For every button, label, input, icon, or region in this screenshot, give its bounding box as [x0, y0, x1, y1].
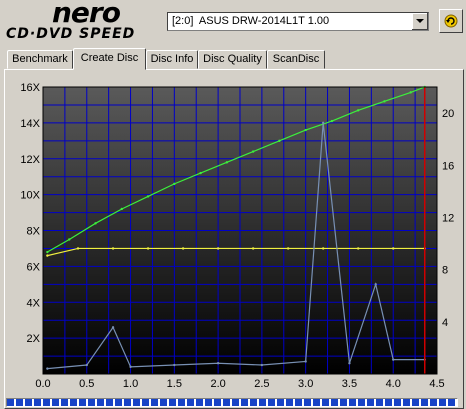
y-axis-right-tick-label: 8 [442, 265, 448, 277]
x-axis-tick-label: 2.5 [254, 378, 269, 390]
data-point [120, 207, 124, 211]
data-point [251, 150, 255, 153]
data-point [146, 195, 150, 198]
y-axis-left-tick-label: 16X [20, 82, 40, 94]
data-point [76, 247, 80, 250]
data-point [111, 247, 115, 250]
data-point [129, 365, 132, 369]
data-point [278, 139, 281, 143]
data-point [357, 109, 360, 112]
data-point [199, 171, 202, 175]
data-point [94, 222, 97, 225]
x-axis-tick-label: 1.5 [167, 378, 182, 390]
data-point [286, 247, 290, 250]
x-axis-tick-label: 3.0 [298, 378, 313, 390]
data-point [374, 283, 377, 286]
x-axis-tick-label: 2.0 [210, 378, 225, 390]
data-point [225, 161, 229, 164]
x-axis-tick-label: 3.5 [342, 378, 357, 390]
data-point [46, 254, 49, 257]
y-axis-left-tick-label: 4X [27, 297, 41, 309]
data-point [111, 326, 115, 329]
y-axis-left-tick-label: 12X [20, 154, 40, 166]
data-point [304, 128, 307, 132]
x-axis-tick-label: 4.0 [386, 378, 401, 390]
x-axis-tick-label: 1.0 [123, 378, 138, 390]
y-axis-left-tick-label: 6X [27, 261, 41, 273]
y-axis-left-tick-label: 14X [20, 118, 40, 130]
data-point [216, 247, 220, 250]
data-point [146, 247, 150, 250]
progress-fill [7, 399, 457, 406]
data-point [392, 247, 395, 250]
y-axis-right-tick-label: 4 [442, 317, 448, 329]
data-point [181, 247, 185, 250]
y-axis-right-tick-label: 16 [442, 160, 454, 172]
data-point [392, 358, 395, 361]
data-point [85, 363, 88, 367]
x-axis-tick-label: 0.0 [35, 378, 50, 390]
data-point [173, 363, 176, 367]
data-point [330, 119, 334, 123]
tab-create-disc[interactable]: Create Disc [73, 48, 146, 70]
y-axis-right-tick-label: 20 [442, 108, 454, 120]
data-point [357, 247, 360, 250]
data-point [383, 100, 386, 103]
data-point [321, 121, 325, 125]
y-axis-left-tick-label: 8X [27, 226, 41, 238]
y-axis-left-tick-label: 2X [27, 333, 41, 345]
data-point [321, 247, 325, 250]
progress-bar [6, 398, 458, 407]
data-point [251, 247, 255, 250]
data-point [46, 367, 49, 370]
x-axis-tick-label: 4.5 [429, 378, 444, 390]
data-point [46, 250, 49, 254]
data-point [304, 360, 307, 363]
y-axis-right-tick-label: 12 [442, 212, 454, 224]
data-point [68, 238, 71, 241]
data-point [216, 362, 220, 365]
data-point [409, 91, 412, 94]
data-point [260, 363, 264, 367]
y-axis-left-tick-label: 10X [20, 190, 40, 202]
data-point [173, 182, 176, 186]
x-axis-tick-label: 0.5 [79, 378, 94, 390]
data-point [348, 362, 351, 365]
speed-chart: 2X 4X 6X 8X 10X 12X 14X 16X 4 8 12 16 20 0.0 0.5 1.0 1.5… [20, 82, 454, 390]
